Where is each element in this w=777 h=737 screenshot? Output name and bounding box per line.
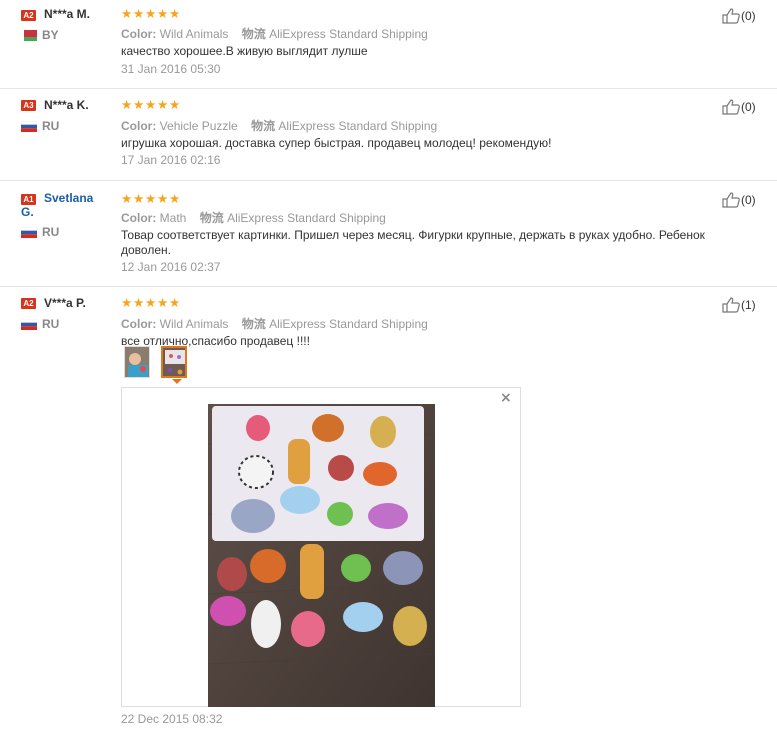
review-item: A3 N***a K. RU ★ ★ ★ ★ ★ Color: Vehicle Puzz… [0, 89, 777, 181]
country-code: RU [42, 119, 60, 133]
color-value: Vehicle Puzzle [159, 119, 238, 133]
review-date: 12 Jan 2016 02:37 [121, 260, 221, 274]
star-icon: ★ [133, 97, 145, 112]
star-rating: ★ ★ ★ ★ ★ [121, 191, 183, 206]
order-info: Color: Math 物流 AliExpress Standard Shipp… [121, 209, 386, 226]
review-photo-large [208, 404, 435, 707]
star-icon: ★ [169, 6, 181, 21]
star-rating: ★ ★ ★ ★ ★ [121, 6, 183, 21]
star-icon: ★ [133, 191, 145, 206]
star-icon: ★ [157, 191, 169, 206]
close-icon[interactable]: × [500, 390, 512, 406]
reviewer-name: N***a K. [44, 98, 89, 112]
review-photo-thumbnail-selected[interactable] [161, 346, 187, 378]
color-label: Color: [121, 317, 157, 331]
order-info: Color: Wild Animals 物流 AliExpress Standa… [121, 25, 428, 42]
star-icon: ★ [157, 295, 169, 310]
review-date: 31 Jan 2016 05:30 [121, 62, 221, 76]
shipping-method: AliExpress Standard Shipping [278, 119, 438, 133]
star-rating: ★ ★ ★ ★ ★ [121, 97, 183, 112]
order-info: Color: Wild Animals 物流 AliExpress Standa… [121, 315, 428, 332]
logistics-label: 物流 [241, 27, 266, 41]
color-label: Color: [121, 211, 157, 225]
reviewer-name: N***a M. [44, 7, 91, 21]
color-label: Color: [121, 27, 157, 41]
level-badge: A2 [21, 298, 36, 309]
level-badge: A3 [21, 100, 36, 111]
thumbs-up-icon[interactable] [722, 297, 740, 313]
thumbs-up-icon[interactable] [722, 8, 740, 24]
review-photo-thumbnail[interactable] [124, 346, 150, 378]
review-date: 17 Jan 2016 02:16 [121, 153, 221, 167]
review-item: A2 N***a M. BY ★ ★ ★ ★ ★ Color: Wild Animals… [0, 0, 777, 89]
like-count: (0) [741, 100, 756, 114]
logistics-label: 物流 [251, 119, 276, 133]
photo-thumbnail-image [125, 347, 149, 377]
country-code: BY [42, 28, 59, 42]
star-icon: ★ [121, 97, 133, 112]
reviewer-name-link[interactable]: Svetlana [44, 191, 93, 205]
star-icon: ★ [157, 6, 169, 21]
flag-icon [21, 121, 37, 132]
reviewer-name-link[interactable]: G. [21, 205, 34, 219]
flag-icon [21, 319, 37, 330]
level-badge: A1 [21, 194, 36, 205]
star-icon: ★ [133, 6, 145, 21]
color-value: Wild Animals [159, 317, 229, 331]
star-icon: ★ [169, 295, 181, 310]
flag-icon [21, 30, 37, 41]
shipping-method: AliExpress Standard Shipping [227, 211, 386, 225]
like-count: (1) [741, 298, 756, 312]
level-badge: A2 [21, 10, 36, 21]
star-icon: ★ [145, 97, 157, 112]
thumbs-up-icon[interactable] [722, 192, 740, 208]
color-value: Math [159, 211, 187, 225]
star-icon: ★ [145, 295, 157, 310]
star-icon: ★ [145, 6, 157, 21]
country-code: RU [42, 317, 60, 331]
review-item: A1 Svetlana G. RU ★ ★ ★ ★ ★ Color: Math 物流 A… [0, 181, 777, 287]
review-text: качество хорошее.В живую выглядит лулше [121, 44, 368, 58]
logistics-label: 物流 [199, 211, 224, 225]
photo-thumbnail-image [163, 348, 185, 376]
color-value: Wild Animals [159, 27, 229, 41]
star-icon: ★ [121, 191, 133, 206]
logistics-label: 物流 [241, 317, 266, 331]
photo-viewer: × [121, 387, 521, 707]
like-count: (0) [741, 9, 756, 23]
flag-icon [21, 227, 37, 238]
review-item: A2 V***a P. RU ★ ★ ★ ★ ★ Color: Wild Animals… [0, 287, 777, 737]
star-icon: ★ [169, 97, 181, 112]
star-icon: ★ [133, 295, 145, 310]
review-date: 22 Dec 2015 08:32 [121, 712, 223, 726]
shipping-method: AliExpress Standard Shipping [269, 27, 428, 41]
like-count: (0) [741, 193, 756, 207]
review-text: игрушка хорошая. доставка супер быстрая.… [121, 136, 552, 150]
star-icon: ★ [145, 191, 157, 206]
order-info: Color: Vehicle Puzzle 物流 AliExpress Stan… [121, 117, 437, 134]
reviewer-name: V***a P. [44, 296, 86, 310]
star-icon: ★ [157, 97, 169, 112]
selected-indicator [172, 379, 182, 384]
star-rating: ★ ★ ★ ★ ★ [121, 295, 183, 310]
color-label: Color: [121, 119, 157, 133]
star-icon: ★ [121, 6, 133, 21]
star-icon: ★ [169, 191, 181, 206]
review-text: все отлично,спасибо продавец !!!! [121, 334, 310, 348]
thumbs-up-icon[interactable] [722, 99, 740, 115]
star-icon: ★ [121, 295, 133, 310]
shipping-method: AliExpress Standard Shipping [269, 317, 428, 331]
country-code: RU [42, 225, 60, 239]
review-text: Товар соответствует картинки. Пришел чер… [121, 228, 705, 257]
